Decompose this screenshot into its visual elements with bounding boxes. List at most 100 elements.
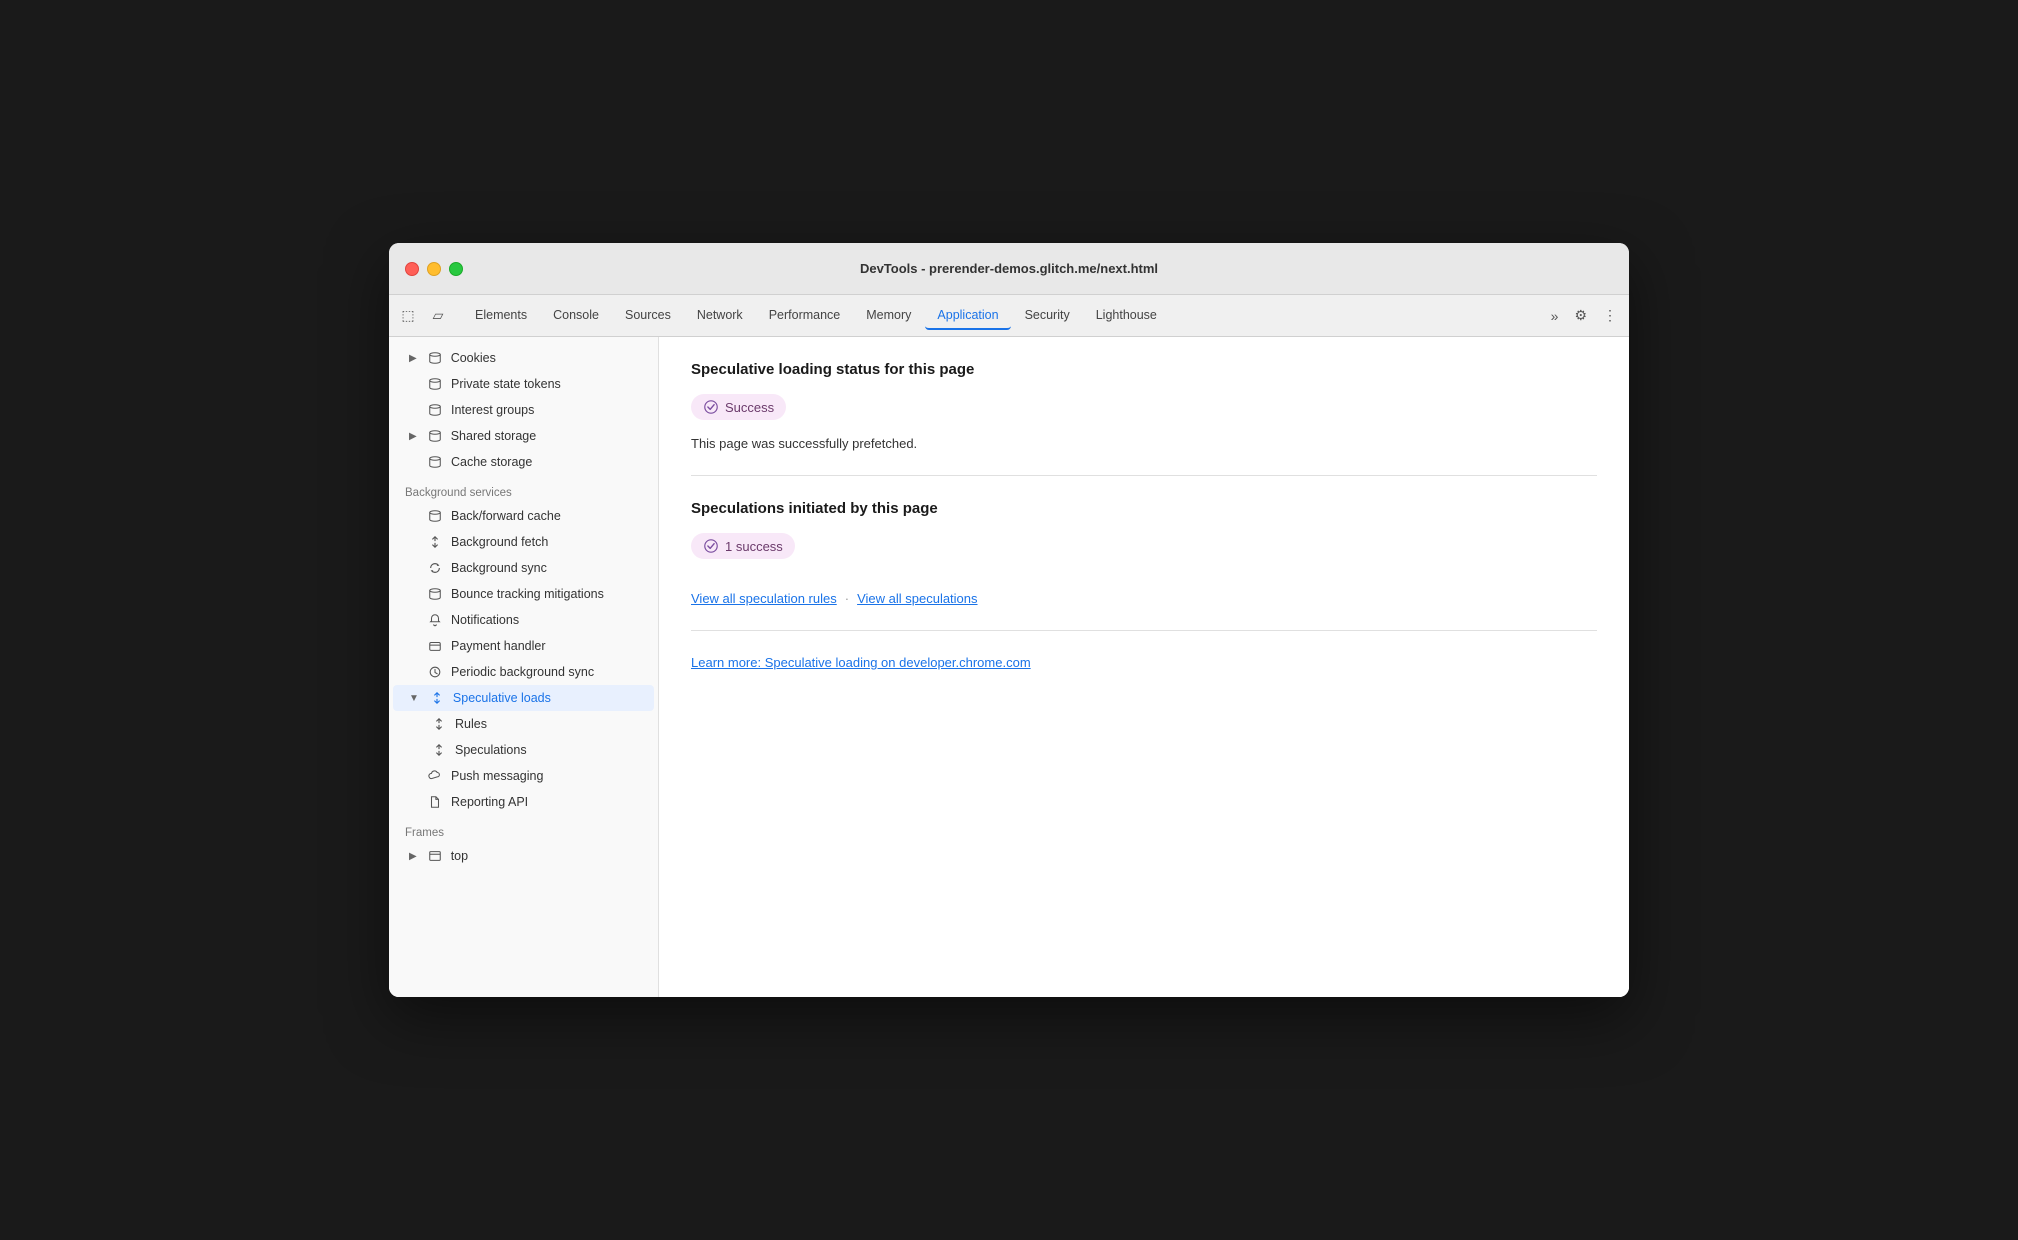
cylinder-icon xyxy=(427,508,443,524)
cylinder-icon xyxy=(427,350,443,366)
section-learn-more: Learn more: Speculative loading on devel… xyxy=(691,655,1597,670)
expand-icon: ▶ xyxy=(409,431,417,442)
badge-count-text: 1 success xyxy=(725,539,783,554)
sidebar-label-push-messaging: Push messaging xyxy=(451,769,543,783)
sidebar-item-cookies[interactable]: ▶ Cookies xyxy=(393,345,654,371)
links-row: View all speculation rules · View all sp… xyxy=(691,591,1597,606)
tab-elements[interactable]: Elements xyxy=(463,302,539,330)
bell-icon xyxy=(427,612,443,628)
sidebar-item-speculative-loads[interactable]: ▼ Speculative loads xyxy=(393,685,654,711)
cylinder-icon xyxy=(427,428,443,444)
section-speculations: Speculations initiated by this page 1 su… xyxy=(691,500,1597,606)
expand-icon: ▶ xyxy=(409,851,417,862)
sidebar-item-reporting-api[interactable]: Reporting API xyxy=(393,789,654,815)
sidebar-item-background-sync[interactable]: Background sync xyxy=(393,555,654,581)
frame-icon xyxy=(427,848,443,864)
divider-2 xyxy=(691,630,1597,631)
sidebar: ▶ Cookies Private state tokens Interest … xyxy=(389,337,659,997)
section-status: Speculative loading status for this page… xyxy=(691,361,1597,451)
sidebar-label-rules: Rules xyxy=(455,717,487,731)
tab-lighthouse[interactable]: Lighthouse xyxy=(1084,302,1169,330)
sidebar-label-private-state-tokens: Private state tokens xyxy=(451,377,561,391)
maximize-button[interactable] xyxy=(449,262,463,276)
tab-bar: ⬚ ▱ Elements Console Sources Network Per… xyxy=(389,295,1629,337)
card-icon xyxy=(427,638,443,654)
view-speculation-rules-link[interactable]: View all speculation rules xyxy=(691,591,837,606)
sidebar-item-payment-handler[interactable]: Payment handler xyxy=(393,633,654,659)
sidebar-label-shared-storage: Shared storage xyxy=(451,429,536,443)
badge-text: Success xyxy=(725,400,774,415)
sidebar-label-speculations: Speculations xyxy=(455,743,527,757)
sidebar-label-background-fetch: Background fetch xyxy=(451,535,548,549)
tab-performance[interactable]: Performance xyxy=(757,302,853,330)
tab-network[interactable]: Network xyxy=(685,302,755,330)
sidebar-item-private-state-tokens[interactable]: Private state tokens xyxy=(393,371,654,397)
arrows-icon xyxy=(431,716,447,732)
badge-count: 1 success xyxy=(691,533,795,559)
sidebar-label-cache-storage: Cache storage xyxy=(451,455,532,469)
arrows-icon xyxy=(429,690,445,706)
view-all-speculations-link[interactable]: View all speculations xyxy=(857,591,977,606)
main-layout: ▶ Cookies Private state tokens Interest … xyxy=(389,337,1629,997)
devtools-window: DevTools - prerender-demos.glitch.me/nex… xyxy=(389,243,1629,997)
sidebar-item-rules[interactable]: Rules xyxy=(393,711,654,737)
device-icon[interactable]: ▱ xyxy=(427,305,449,327)
window-title: DevTools - prerender-demos.glitch.me/nex… xyxy=(860,261,1158,276)
sidebar-label-cookies: Cookies xyxy=(451,351,496,365)
sidebar-label-payment-handler: Payment handler xyxy=(451,639,546,653)
tab-security[interactable]: Security xyxy=(1013,302,1082,330)
inspect-icon[interactable]: ⬚ xyxy=(397,305,419,327)
cloud-icon xyxy=(427,768,443,784)
tab-console[interactable]: Console xyxy=(541,302,611,330)
sidebar-item-top[interactable]: ▶ top xyxy=(393,843,654,869)
sidebar-label-top: top xyxy=(451,849,468,863)
learn-more-link[interactable]: Learn more: Speculative loading on devel… xyxy=(691,655,1597,670)
divider-1 xyxy=(691,475,1597,476)
tab-application[interactable]: Application xyxy=(925,302,1010,330)
minimize-button[interactable] xyxy=(427,262,441,276)
badge-success: Success xyxy=(691,394,786,420)
cylinder-icon xyxy=(427,376,443,392)
frames-label: Frames xyxy=(389,815,658,843)
sidebar-item-interest-groups[interactable]: Interest groups xyxy=(393,397,654,423)
traffic-lights xyxy=(405,262,463,276)
close-button[interactable] xyxy=(405,262,419,276)
arrows-icon xyxy=(427,534,443,550)
expand-icon: ▶ xyxy=(409,353,417,364)
status-description: This page was successfully prefetched. xyxy=(691,436,1597,451)
tab-bar-right: » ⚙ ⋮ xyxy=(1547,303,1621,328)
sync-icon xyxy=(427,560,443,576)
title-bar: DevTools - prerender-demos.glitch.me/nex… xyxy=(389,243,1629,295)
sidebar-label-back-forward-cache: Back/forward cache xyxy=(451,509,561,523)
sidebar-item-shared-storage[interactable]: ▶ Shared storage xyxy=(393,423,654,449)
expand-icon: ▼ xyxy=(409,693,419,704)
background-services-label: Background services xyxy=(389,475,658,503)
sidebar-label-interest-groups: Interest groups xyxy=(451,403,534,417)
sidebar-label-notifications: Notifications xyxy=(451,613,519,627)
sidebar-item-periodic-sync[interactable]: Periodic background sync xyxy=(393,659,654,685)
sidebar-label-background-sync: Background sync xyxy=(451,561,547,575)
sidebar-item-speculations[interactable]: Speculations xyxy=(393,737,654,763)
sidebar-label-reporting-api: Reporting API xyxy=(451,795,528,809)
section-title-speculations: Speculations initiated by this page xyxy=(691,500,1597,517)
sidebar-item-background-fetch[interactable]: Background fetch xyxy=(393,529,654,555)
more-tabs-icon[interactable]: » xyxy=(1547,304,1563,328)
sidebar-item-cache-storage[interactable]: Cache storage xyxy=(393,449,654,475)
sidebar-item-notifications[interactable]: Notifications xyxy=(393,607,654,633)
separator: · xyxy=(845,591,849,606)
sidebar-item-push-messaging[interactable]: Push messaging xyxy=(393,763,654,789)
sidebar-label-speculative-loads: Speculative loads xyxy=(453,691,551,705)
tab-sources[interactable]: Sources xyxy=(613,302,683,330)
tab-memory[interactable]: Memory xyxy=(854,302,923,330)
more-options-icon[interactable]: ⋮ xyxy=(1599,303,1621,328)
sidebar-item-bounce-tracking[interactable]: Bounce tracking mitigations xyxy=(393,581,654,607)
sidebar-item-back-forward-cache[interactable]: Back/forward cache xyxy=(393,503,654,529)
cylinder-icon xyxy=(427,402,443,418)
cylinder-icon xyxy=(427,454,443,470)
check-circle-icon xyxy=(703,399,719,415)
sidebar-label-bounce-tracking: Bounce tracking mitigations xyxy=(451,587,604,601)
sidebar-label-periodic-sync: Periodic background sync xyxy=(451,665,594,679)
check-circle-icon-2 xyxy=(703,538,719,554)
settings-icon[interactable]: ⚙ xyxy=(1570,303,1591,328)
doc-icon xyxy=(427,794,443,810)
